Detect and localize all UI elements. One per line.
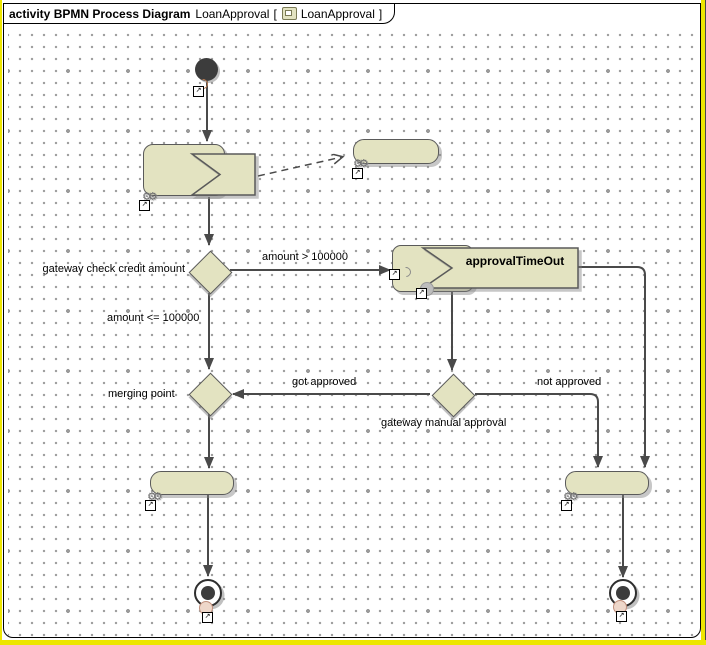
- edge-timeout-right-to-activity[interactable]: [578, 266, 650, 468]
- bracket-close: ]: [378, 6, 383, 21]
- bracket-open: [: [273, 6, 277, 21]
- diagram-ref-name: LoanApproval: [300, 6, 375, 21]
- diagram-kind-label: activity BPMN Process Diagram: [9, 6, 191, 21]
- activity-top-right[interactable]: [353, 139, 439, 164]
- label-amount-le[interactable]: amount <= 100000: [107, 312, 199, 324]
- label-amount-gt[interactable]: amount > 100000: [262, 251, 348, 263]
- send-signal-shape[interactable]: [189, 153, 257, 197]
- activity-bottom-right[interactable]: [565, 471, 649, 495]
- diagram-name: LoanApproval: [195, 6, 270, 21]
- edges-layer: [202, 81, 650, 578]
- activity-diagram-canvas: activity BPMN Process Diagram LoanApprov…: [0, 0, 706, 645]
- initial-node[interactable]: [195, 58, 218, 81]
- link-badge-icon: ↗: [561, 500, 572, 511]
- label-got-approved[interactable]: got approved: [292, 376, 356, 388]
- link-badge-icon: ↗: [416, 288, 427, 299]
- label-merging-point[interactable]: merging point: [108, 388, 175, 400]
- diagram-frame-tab[interactable]: activity BPMN Process Diagram LoanApprov…: [4, 4, 396, 24]
- link-badge-icon: ↗: [139, 200, 150, 211]
- link-badge-icon: ↗: [352, 168, 363, 179]
- final-node-right-dot: [616, 586, 630, 600]
- link-badge-icon: ↗: [145, 500, 156, 511]
- edge-not-approved[interactable]: [475, 393, 603, 468]
- link-badge-icon: ↗: [389, 269, 400, 280]
- label-not-approved[interactable]: not approved: [537, 376, 601, 388]
- link-badge-icon: ↗: [616, 611, 627, 622]
- link-badge-icon: ↗: [193, 86, 204, 97]
- activity-diagram-icon: [281, 7, 297, 20]
- link-badge-icon: ↗: [202, 612, 213, 623]
- timeout-action-label[interactable]: approvalTimeOut: [458, 254, 572, 268]
- activity-bottom-left[interactable]: [150, 471, 234, 495]
- label-credit-gateway[interactable]: gateway check credit amount: [20, 263, 185, 275]
- final-node-left-dot: [201, 586, 215, 600]
- label-manual-gateway[interactable]: gateway manual approval: [381, 417, 506, 429]
- edge-dashed-dependency[interactable]: [257, 157, 342, 177]
